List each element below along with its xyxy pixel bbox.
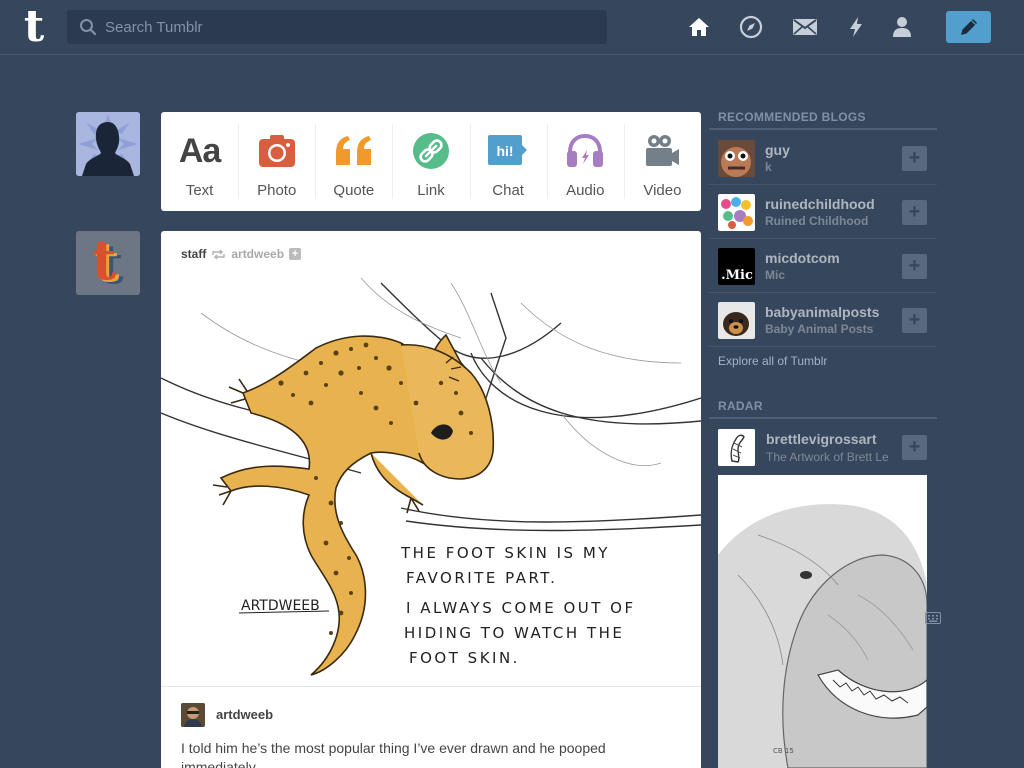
- svg-text:hi!: hi!: [497, 143, 514, 159]
- follow-button[interactable]: +: [902, 146, 927, 171]
- link-icon: [412, 130, 450, 172]
- tumblr-logo[interactable]: t: [14, 5, 54, 49]
- reblog-icon: [212, 249, 226, 259]
- art-caption-line: HIDING TO WATCH THE: [404, 624, 624, 642]
- post-type-bar: Aa Text Photo Quote Link hi! Chat Audio: [161, 112, 701, 211]
- post-audio-button[interactable]: Audio: [546, 112, 624, 211]
- radar-post-image[interactable]: CB 15: [718, 475, 927, 768]
- post-text-button[interactable]: Aa Text: [161, 112, 238, 211]
- radar-divider: [709, 417, 937, 419]
- art-caption-line: I ALWAYS COME OUT OF: [406, 599, 636, 617]
- blog-title: k: [765, 160, 772, 174]
- post-image[interactable]: ARTDWEEB THE FOOT SKIN IS MY FAVORITE PA…: [161, 273, 701, 686]
- inbox-icon[interactable]: [792, 14, 818, 40]
- art-caption-line: FAVORITE PART.: [406, 569, 557, 587]
- headphones-icon: [565, 130, 605, 172]
- art-caption-line: FOOT SKIN.: [409, 649, 520, 667]
- post-card: staff artdweeb + ARTDWEEB THE FOOT SKIN …: [161, 231, 701, 768]
- post-author[interactable]: staff: [181, 247, 206, 261]
- explore-link[interactable]: Explore all of Tumblr: [718, 354, 827, 368]
- text-icon: Aa: [178, 131, 221, 170]
- post-divider: [161, 686, 701, 687]
- follow-button[interactable]: +: [902, 435, 927, 460]
- blog-avatar: .Mic: [718, 248, 755, 285]
- blog-title: Baby Animal Posts: [765, 322, 874, 336]
- art-caption-line: THE FOOT SKIN IS MY: [400, 544, 610, 562]
- reblog-author[interactable]: artdweeb: [216, 707, 273, 722]
- radar-heading: RADAR: [718, 399, 763, 413]
- compose-icon: [960, 19, 977, 35]
- recommended-blog[interactable]: ruinedchildhood Ruined Childhood +: [709, 185, 937, 239]
- search-icon: [80, 19, 97, 36]
- home-icon[interactable]: [686, 14, 712, 40]
- blog-name: micdotcom: [765, 250, 840, 266]
- post-photo-button[interactable]: Photo: [238, 112, 315, 211]
- post-source[interactable]: artdweeb: [231, 247, 284, 261]
- top-nav-bar: t: [0, 0, 1024, 55]
- follow-button[interactable]: +: [902, 254, 927, 279]
- blog-avatar: [718, 140, 755, 177]
- recommended-heading: RECOMMENDED BLOGS: [718, 110, 866, 124]
- blog-avatar: [718, 429, 755, 466]
- post-chat-button[interactable]: hi! Chat: [469, 112, 547, 211]
- blog-title: The Artwork of Brett Le: [766, 450, 889, 464]
- blog-title: Ruined Childhood: [765, 214, 869, 228]
- follow-button[interactable]: +: [902, 200, 927, 225]
- blog-avatar: [718, 302, 755, 339]
- post-video-button[interactable]: Video: [623, 112, 701, 211]
- activity-icon[interactable]: [843, 14, 869, 40]
- chat-icon: hi!: [487, 130, 529, 172]
- staff-avatar[interactable]: t t t: [76, 231, 140, 295]
- recommended-divider: [709, 128, 937, 130]
- video-camera-icon: [643, 130, 681, 172]
- blog-title: Mic: [765, 268, 786, 282]
- radar-image-signature: CB 15: [773, 747, 794, 755]
- post-quote-button[interactable]: Quote: [315, 112, 392, 211]
- radar-blog[interactable]: brettlevigrossart The Artwork of Brett L…: [709, 420, 937, 474]
- user-avatar[interactable]: [76, 112, 140, 176]
- mic-logo-text: .Mic: [721, 268, 753, 283]
- search-box[interactable]: [67, 10, 607, 44]
- search-input[interactable]: [105, 10, 595, 44]
- blog-name: ruinedchildhood: [765, 196, 875, 212]
- post-link-button[interactable]: Link: [392, 112, 469, 211]
- compose-button[interactable]: [946, 11, 991, 43]
- blog-name: brettlevigrossart: [766, 431, 877, 447]
- recommended-blog[interactable]: babyanimalposts Baby Animal Posts +: [709, 293, 937, 347]
- follow-button[interactable]: +: [902, 308, 927, 333]
- blog-name: babyanimalposts: [765, 304, 880, 320]
- recommended-blog[interactable]: .Mic micdotcom Mic +: [709, 239, 937, 293]
- keyboard-icon[interactable]: [925, 612, 941, 624]
- post-body: I told him he’s the most popular thing I…: [181, 740, 606, 768]
- camera-icon: [258, 130, 296, 172]
- account-icon[interactable]: [889, 14, 915, 40]
- blog-avatar: [718, 194, 755, 231]
- recommended-blog[interactable]: guy k +: [709, 131, 937, 185]
- quote-icon: [334, 130, 374, 172]
- reblog-avatar[interactable]: [181, 703, 205, 727]
- explore-icon[interactable]: [738, 14, 764, 40]
- svg-text:t: t: [92, 231, 117, 292]
- follow-icon[interactable]: +: [289, 248, 302, 260]
- post-header: staff artdweeb +: [181, 247, 302, 261]
- blog-name: guy: [765, 142, 790, 158]
